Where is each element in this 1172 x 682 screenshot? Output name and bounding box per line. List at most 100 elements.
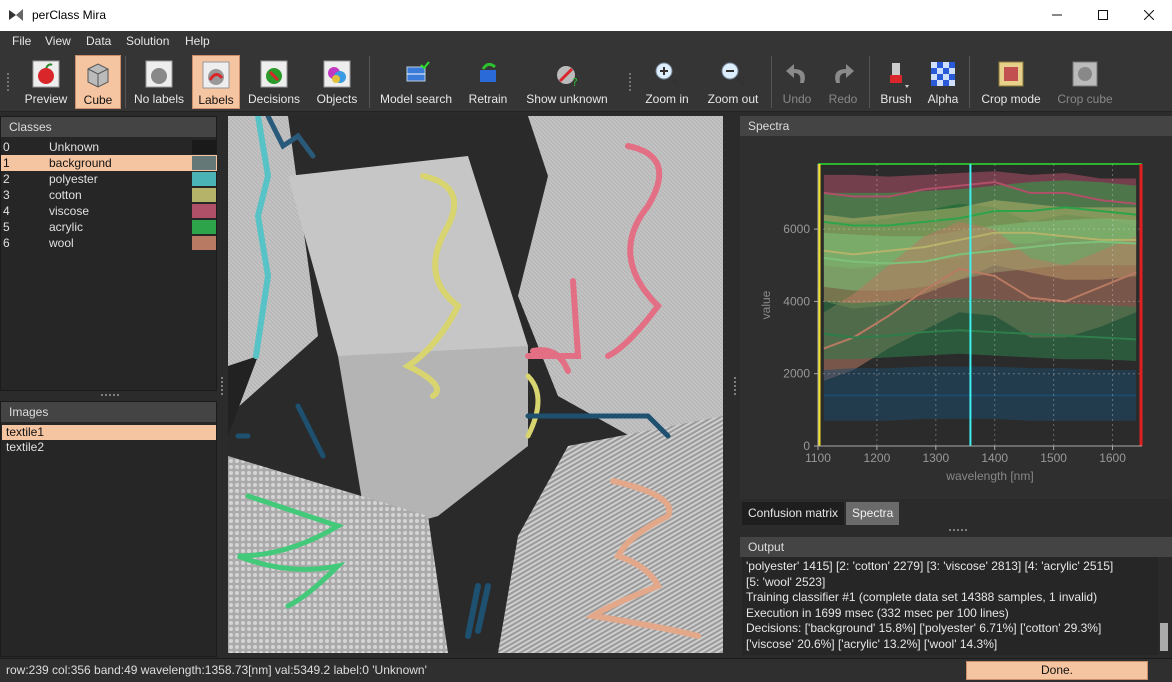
class-index: 2: [3, 172, 10, 186]
class-item-background[interactable]: 1 background: [1, 155, 217, 171]
images-panel: Images textile1 textile2: [0, 401, 217, 657]
bottom-tabs: Confusion matrix Spectra: [740, 502, 1172, 526]
labels-button[interactable]: Labels: [192, 55, 240, 109]
spectra-panel: Spectra 1100 1200 1300 1400 1500 1600 0 2000 400…: [740, 116, 1172, 499]
class-item-polyester[interactable]: 2 polyester: [1, 171, 217, 187]
window-title: perClass Mira: [32, 8, 107, 22]
done-button[interactable]: Done.: [966, 661, 1148, 680]
model-search-button[interactable]: Model search: [376, 55, 456, 109]
right-splitter[interactable]: [948, 528, 968, 532]
output-header: Output: [740, 537, 1172, 557]
toolbar-grip[interactable]: [6, 72, 10, 92]
class-name: background: [49, 156, 112, 170]
undo-icon: [786, 64, 805, 83]
tab-spectra[interactable]: Spectra: [846, 502, 900, 525]
output-line: ['viscose' 20.6%] ['acrylic' 13.2%] ['wo…: [746, 636, 998, 651]
crop-cube-icon: [1072, 61, 1098, 87]
menu-file[interactable]: File: [12, 34, 31, 48]
close-button[interactable]: [1126, 0, 1172, 31]
menu-bar: File View Data Solution Help: [0, 31, 1172, 52]
class-item-viscose[interactable]: 4 viscose: [1, 203, 217, 219]
cube-button[interactable]: Cube: [75, 55, 121, 109]
output-scrollbar[interactable]: [1158, 557, 1170, 655]
classes-panel: Classes 0 Unknown 1 background 2 polyester 3 co…: [0, 116, 217, 391]
status-text: row:239 col:356 band:49 wavelength:1358.…: [6, 663, 427, 677]
maximize-button[interactable]: [1080, 0, 1126, 31]
class-item-cotton[interactable]: 3 cotton: [1, 187, 217, 203]
image-right-splitter[interactable]: [733, 376, 737, 396]
hyperspectral-image-view[interactable]: [228, 116, 723, 653]
crop-cube-button[interactable]: Crop cube: [1052, 55, 1118, 109]
gray-apple-icon: [145, 60, 173, 88]
undo-button[interactable]: Undo: [778, 55, 816, 109]
class-index: 6: [3, 236, 10, 250]
menu-help[interactable]: Help: [185, 34, 210, 48]
minimize-button[interactable]: [1034, 0, 1080, 31]
decisions-button[interactable]: Decisions: [246, 55, 302, 109]
menu-view[interactable]: View: [45, 34, 71, 48]
zoom-in-button[interactable]: Zoom in: [640, 55, 694, 109]
spectra-header: Spectra: [740, 116, 1172, 136]
x-tick-label: 1600: [1099, 451, 1126, 465]
class-color-swatch[interactable]: [192, 172, 216, 186]
class-name: cotton: [49, 188, 82, 202]
class-color-swatch[interactable]: [192, 236, 216, 250]
alpha-button[interactable]: Alpha: [922, 55, 964, 109]
zoom-out-icon: [721, 62, 746, 87]
toolbar: Preview Cube No labels Labels Decisions …: [0, 52, 1172, 112]
tab-confusion-matrix[interactable]: Confusion matrix: [742, 502, 845, 525]
toolbar-grip-2[interactable]: [628, 72, 632, 92]
brush-button[interactable]: Brush: [876, 55, 916, 109]
crop-mode-icon: [998, 61, 1024, 87]
class-index: 0: [3, 140, 10, 154]
class-item-acrylic[interactable]: 5 acrylic: [1, 219, 217, 235]
decisions-icon: [260, 60, 288, 88]
menu-data[interactable]: Data: [86, 34, 111, 48]
zoom-in-icon: [655, 62, 680, 87]
classes-header: Classes: [1, 117, 216, 137]
class-color-swatch[interactable]: [192, 156, 216, 170]
y-tick-label: 6000: [783, 222, 810, 236]
spectrum-band-6: [823, 366, 1137, 421]
class-color-swatch[interactable]: [192, 204, 216, 218]
crop-mode-button[interactable]: Crop mode: [976, 55, 1046, 109]
class-index: 4: [3, 204, 10, 218]
class-index: 5: [3, 220, 10, 234]
image-item-textile1[interactable]: textile1: [2, 425, 216, 440]
left-splitter[interactable]: [100, 393, 120, 397]
class-index: 3: [3, 188, 10, 202]
objects-button[interactable]: Objects: [312, 55, 362, 109]
class-color-swatch[interactable]: [192, 188, 216, 202]
no-labels-button[interactable]: No labels: [130, 55, 188, 109]
class-item-wool[interactable]: 6 wool: [1, 235, 217, 251]
class-item-unknown[interactable]: 0 Unknown: [1, 139, 217, 155]
x-tick-label: 1300: [922, 451, 949, 465]
class-color-swatch[interactable]: [192, 220, 216, 234]
retrain-button[interactable]: Retrain: [464, 55, 512, 109]
status-bar: row:239 col:356 band:49 wavelength:1358.…: [0, 658, 1172, 682]
preview-button[interactable]: Preview: [20, 55, 72, 109]
image-item-textile2[interactable]: textile2: [2, 440, 216, 455]
zoom-out-button[interactable]: Zoom out: [702, 55, 764, 109]
output-log[interactable]: 'polyester' 1415] [2: 'cotton' 2279] [3:…: [742, 557, 1158, 655]
y-tick-label: 2000: [783, 367, 810, 381]
spectra-chart[interactable]: 1100 1200 1300 1400 1500 1600 0 2000 4000 6000 wav…: [740, 138, 1172, 498]
class-name: acrylic: [49, 220, 84, 234]
brush-icon: [890, 63, 909, 88]
alpha-checker-icon: [931, 62, 955, 86]
y-tick-label: 4000: [783, 294, 810, 308]
output-scroll-thumb[interactable]: [1160, 623, 1168, 651]
image-left-splitter[interactable]: [220, 376, 224, 396]
menu-solution[interactable]: Solution: [126, 34, 169, 48]
output-line: [5: 'wool' 2523]: [746, 574, 826, 589]
redo-button[interactable]: Redo: [824, 55, 862, 109]
x-tick-label: 1500: [1040, 451, 1067, 465]
app-icon: [9, 9, 23, 21]
class-name: polyester: [49, 172, 98, 186]
textile-image: [228, 116, 723, 653]
x-tick-label: 1200: [864, 451, 891, 465]
svg-text:?: ?: [572, 76, 578, 89]
output-line: Decisions: ['background' 15.8%] ['polyes…: [746, 621, 1102, 635]
class-color-swatch[interactable]: [192, 140, 216, 154]
show-unknown-button[interactable]: ? Show unknown: [520, 55, 614, 109]
